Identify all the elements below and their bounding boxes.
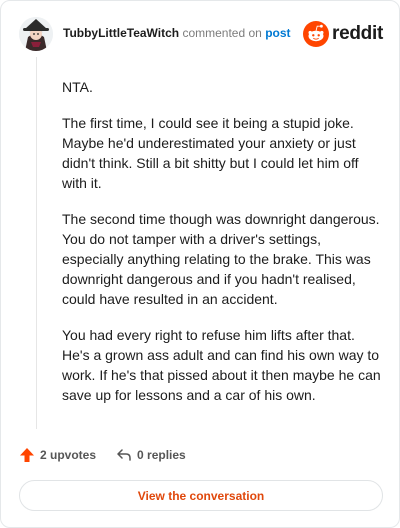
reply-arrow-icon bbox=[117, 449, 131, 461]
comment-paragraph: The second time though was downright dan… bbox=[62, 211, 380, 307]
witch-avatar-icon bbox=[19, 17, 53, 51]
thread-line bbox=[36, 57, 37, 429]
comment-paragraph: NTA. bbox=[62, 79, 93, 95]
view-conversation-button[interactable]: View the conversation bbox=[19, 480, 383, 511]
comment-body: NTA. The first time, I could see it bein… bbox=[62, 77, 384, 421]
commented-on-text: commented on bbox=[182, 26, 262, 40]
reddit-logo[interactable]: reddit bbox=[303, 20, 383, 48]
comment-meta: TubbyLittleTeaWitch commented on post bbox=[63, 26, 291, 40]
username-link[interactable]: TubbyLittleTeaWitch bbox=[63, 26, 179, 40]
avatar[interactable] bbox=[19, 17, 53, 51]
comment-actions: 2 upvotes 0 replies bbox=[19, 445, 206, 465]
upvote-button[interactable]: 2 upvotes bbox=[19, 447, 96, 463]
comment-paragraph: You had every right to refuse him lifts … bbox=[62, 327, 381, 403]
comment-card: TubbyLittleTeaWitch commented on post re… bbox=[0, 0, 400, 528]
reddit-wordmark: reddit bbox=[332, 23, 383, 44]
reply-count: 0 replies bbox=[137, 448, 186, 462]
comment-header: TubbyLittleTeaWitch commented on post re… bbox=[19, 15, 383, 53]
post-link[interactable]: post bbox=[265, 26, 290, 40]
comment-paragraph: The first time, I could see it being a s… bbox=[62, 115, 359, 191]
reply-button[interactable]: 0 replies bbox=[116, 447, 186, 463]
reddit-snoo-icon bbox=[303, 21, 330, 47]
upvote-count: 2 upvotes bbox=[40, 448, 97, 462]
upvote-arrow-icon bbox=[20, 448, 34, 462]
